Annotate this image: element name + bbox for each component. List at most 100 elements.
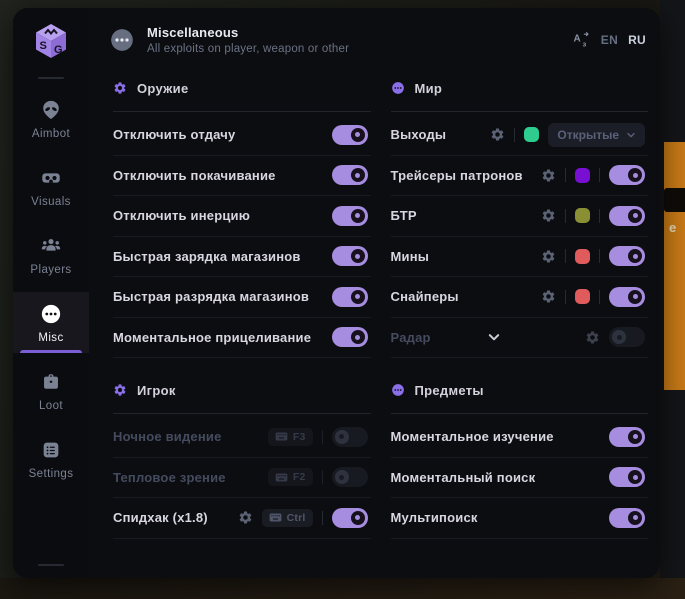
setting-row: Моментальное изучение: [391, 417, 649, 458]
chevron-down-icon[interactable]: [487, 330, 501, 344]
toggle-switch[interactable]: [609, 427, 645, 447]
gear-icon[interactable]: [541, 249, 556, 264]
toggle-switch[interactable]: [332, 125, 368, 145]
setting-label: Радар: [391, 330, 431, 345]
setting-row: Быстрая зарядка магазинов: [113, 237, 371, 278]
row-controls: [332, 246, 371, 266]
section-header: Оружие: [113, 75, 371, 101]
section-title: Мир: [415, 81, 443, 96]
sidebar-item-misc[interactable]: Misc: [13, 292, 89, 353]
separator: [599, 290, 600, 304]
game-background: [0, 578, 685, 599]
toggle-switch[interactable]: [609, 165, 645, 185]
color-swatch[interactable]: [575, 249, 590, 264]
separator: [322, 511, 323, 525]
setting-row: Снайперы: [391, 277, 649, 318]
sidebar-item-label: Visuals: [31, 196, 71, 208]
setting-row: Трейсеры патронов: [391, 156, 649, 197]
page-subtitle: All exploits on player, weapon or other: [147, 43, 349, 55]
gear-icon[interactable]: [490, 127, 505, 142]
setting-row: Тепловое зрениеF2: [113, 458, 371, 499]
toggle-switch[interactable]: [609, 467, 645, 487]
sidebar-item-settings[interactable]: Settings: [13, 428, 89, 489]
sidebar-item-label: Loot: [39, 400, 63, 412]
separator: [599, 168, 600, 182]
screen: е S G AimbotVisualsPlayersMiscLootSettin…: [0, 0, 685, 599]
setting-row: Отключить покачивание: [113, 156, 371, 197]
toggle-switch[interactable]: [332, 165, 368, 185]
section-rows: Отключить отдачуОтключить покачиваниеОтк…: [113, 115, 371, 358]
sidebar-item-label: Players: [30, 264, 71, 276]
gear-icon[interactable]: [585, 330, 600, 345]
gear-icon[interactable]: [238, 510, 253, 525]
sidebar-item-aimbot[interactable]: Aimbot: [13, 88, 89, 149]
row-controls: [332, 165, 371, 185]
hotkey-badge[interactable]: Ctrl: [262, 509, 313, 527]
keyboard-icon: [275, 432, 288, 441]
setting-row: БТР: [391, 196, 649, 237]
briefcase-icon: [40, 371, 62, 393]
section-title: Игрок: [137, 383, 176, 398]
color-swatch[interactable]: [575, 208, 590, 223]
color-swatch[interactable]: [575, 168, 590, 183]
svg-text:A: A: [573, 33, 580, 44]
separator: [599, 249, 600, 263]
toggle-knob: [351, 168, 365, 182]
gear-icon[interactable]: [541, 168, 556, 183]
row-controls: [332, 206, 371, 226]
sidebar-item-visuals[interactable]: Visuals: [13, 156, 89, 217]
toggle-switch[interactable]: [609, 246, 645, 266]
toggle-switch[interactable]: [609, 206, 645, 226]
section-1: ИгрокНочное видениеF3Тепловое зрениеF2Сп…: [113, 377, 371, 539]
gear-icon[interactable]: [541, 289, 556, 304]
setting-row: Мультипоиск: [391, 498, 649, 539]
setting-row: Моментальный поиск: [391, 458, 649, 499]
sidebar-item-players[interactable]: Players: [13, 224, 89, 285]
toggle-switch[interactable]: [332, 467, 368, 487]
toggle-knob: [628, 209, 642, 223]
row-controls: F3: [268, 427, 371, 447]
toggle-switch[interactable]: [332, 508, 368, 528]
row-controls: [541, 287, 648, 307]
toggle-switch[interactable]: [332, 206, 368, 226]
toggle-switch[interactable]: [332, 327, 368, 347]
gear-icon[interactable]: [541, 208, 556, 223]
row-controls: [609, 427, 648, 447]
dropdown[interactable]: Открытые: [548, 123, 645, 147]
toggle-switch[interactable]: [609, 287, 645, 307]
ellipsis-icon: [40, 303, 62, 325]
setting-label: Моментальный поиск: [391, 470, 536, 485]
keyboard-icon: [275, 473, 288, 482]
separator: [565, 249, 566, 263]
row-controls: [541, 206, 648, 226]
toggle-knob: [351, 128, 365, 142]
toggle-switch[interactable]: [332, 427, 368, 447]
hotkey-badge[interactable]: F3: [268, 428, 313, 446]
section-title: Предметы: [415, 383, 484, 398]
color-swatch[interactable]: [575, 289, 590, 304]
row-controls: [332, 125, 371, 145]
app-logo: S G: [31, 21, 71, 61]
language-option-ru[interactable]: RU: [628, 33, 646, 47]
toggle-switch[interactable]: [609, 508, 645, 528]
setting-label: Моментальное прицеливание: [113, 330, 311, 345]
row-controls: [609, 467, 648, 487]
setting-row: Ночное видениеF3: [113, 417, 371, 458]
hotkey-badge[interactable]: F2: [268, 468, 313, 486]
setting-row: Отключить инерцию: [113, 196, 371, 237]
separator: [322, 430, 323, 444]
setting-row: Радар: [391, 318, 649, 359]
section-title: Оружие: [137, 81, 189, 96]
right-column: МирВыходыОткрытыеТрейсеры патроновБТРМин…: [391, 67, 649, 539]
setting-row: Выходы Открытые: [391, 115, 649, 156]
toggle-knob: [351, 209, 365, 223]
setting-label: Выходы: [391, 127, 447, 142]
gear-icon: [113, 81, 127, 95]
toggle-switch[interactable]: [332, 287, 368, 307]
toggle-switch[interactable]: [609, 327, 645, 347]
language-option-en[interactable]: EN: [601, 33, 618, 47]
sidebar-item-loot[interactable]: Loot: [13, 360, 89, 421]
color-swatch[interactable]: [524, 127, 539, 142]
translate-icon[interactable]: Aз: [573, 31, 591, 49]
toggle-switch[interactable]: [332, 246, 368, 266]
